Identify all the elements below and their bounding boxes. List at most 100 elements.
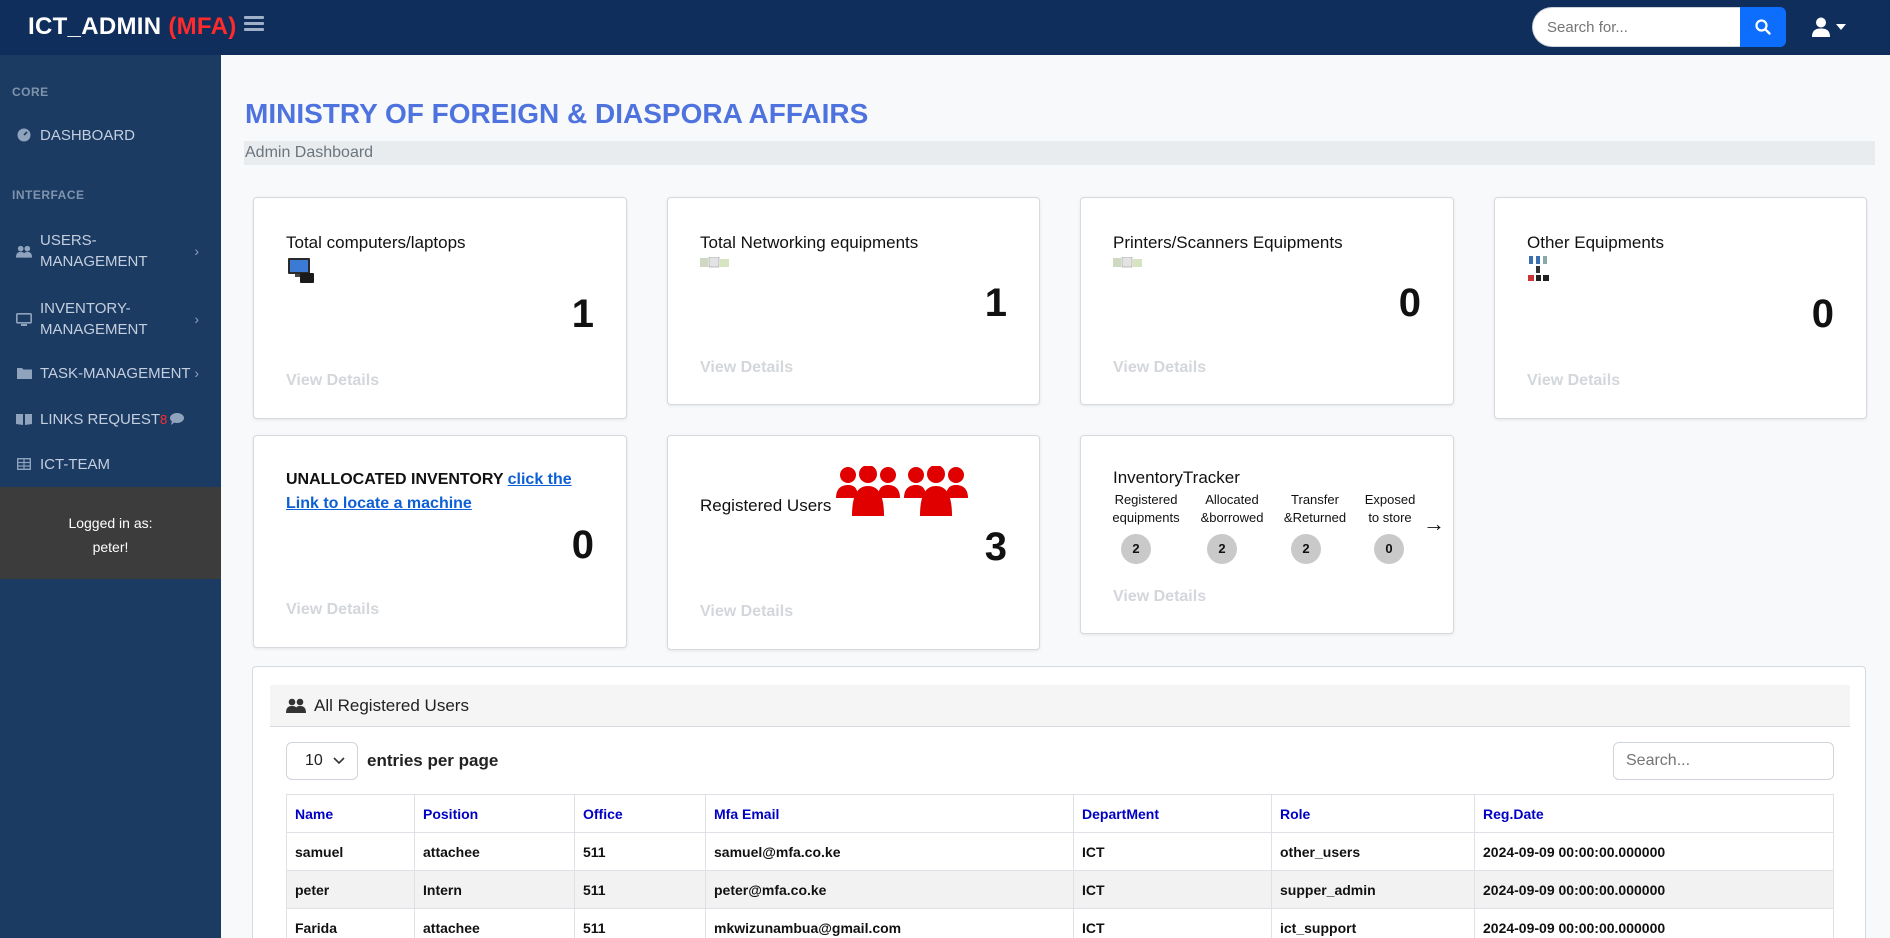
registered-users-panel: All Registered Users 10 entries per page…	[252, 666, 1866, 938]
sidebar-item-inventory-management[interactable]: INVENTORY- MANAGEMENT ›	[0, 297, 221, 341]
equipment-icon	[1527, 255, 1555, 288]
cell-position: attachee	[414, 832, 575, 871]
card-printers-scanners: Printers/Scanners Equipments 0 View Deta…	[1080, 197, 1454, 405]
users-group-icon	[836, 465, 970, 523]
column-header[interactable]: Role	[1271, 794, 1475, 833]
column-header[interactable]: Name	[286, 794, 415, 833]
sidebar-item-users-management[interactable]: USERS- MANAGEMENT ›	[0, 229, 221, 273]
links-request-count: 8	[160, 411, 168, 427]
view-details-link[interactable]: View Details	[1113, 588, 1206, 606]
view-details-link[interactable]: View Details	[1527, 372, 1620, 390]
cell-name: peter	[286, 870, 415, 909]
card-title: UNALLOCATED INVENTORY click the Link to …	[286, 468, 606, 516]
breadcrumb: Admin Dashboard	[244, 141, 1875, 165]
tracker-count-badge: 0	[1374, 534, 1404, 564]
caret-down-icon	[1836, 24, 1846, 30]
book-icon	[16, 412, 32, 426]
sidebar-item-links-request[interactable]: LINKS REQUEST 8	[0, 407, 221, 431]
card-value: 1	[571, 292, 594, 336]
sidebar-item-label: USERS- MANAGEMENT	[40, 230, 148, 272]
card-title: Total Networking equipments	[700, 233, 919, 252]
users-icon	[286, 698, 306, 713]
view-details-link[interactable]: View Details	[286, 601, 379, 619]
sidebar-item-label: TASK-MANAGEMENT	[40, 364, 191, 382]
network-equipment-icon	[700, 256, 730, 274]
logged-in-panel: Logged in as: peter!	[0, 487, 221, 579]
card-value: 0	[1811, 292, 1834, 336]
brand-name: ICT_ADMIN	[28, 13, 162, 40]
search-icon	[1755, 19, 1771, 35]
card-value: 1	[984, 281, 1007, 325]
card-title: Registered Users	[700, 496, 832, 515]
users-icon	[16, 244, 32, 258]
label-line-1: INVENTORY-	[40, 300, 131, 317]
card-networking: Total Networking equipments 1 View Detai…	[667, 197, 1040, 405]
entries-value: 10	[305, 752, 323, 769]
cell-role: other_users	[1271, 832, 1475, 871]
chevron-right-icon: ›	[194, 311, 199, 327]
sidebar-item-dashboard[interactable]: DASHBOARD	[0, 123, 221, 147]
sidebar-item-label: DASHBOARD	[40, 126, 136, 144]
comment-icon	[170, 413, 185, 425]
entries-per-page-select[interactable]: 10	[286, 742, 358, 780]
sidebar-item-label: LINKS REQUEST	[40, 410, 161, 428]
sidebar-item-ict-team[interactable]: ICT-TEAM	[0, 452, 221, 476]
table-search-input[interactable]	[1613, 742, 1834, 780]
cell-department: ICT	[1073, 832, 1272, 871]
cell-email: samuel@mfa.co.ke	[705, 832, 1074, 871]
chevron-right-icon: ›	[194, 365, 199, 381]
cell-reg-date: 2024-09-09 00:00:00.000000	[1474, 908, 1834, 938]
card-computers: Total computers/laptops 1 View Details	[253, 197, 627, 419]
search-button[interactable]	[1740, 7, 1786, 47]
cell-office: 511	[574, 870, 706, 909]
search-input[interactable]	[1532, 7, 1740, 47]
brand-logo[interactable]: ICT_ADMIN (MFA)	[28, 13, 237, 41]
column-header[interactable]: DepartMent	[1073, 794, 1272, 833]
table-row: Farida attachee 511 mkwizunambua@gmail.c…	[286, 908, 1834, 938]
label-line-2: MANAGEMENT	[40, 321, 148, 338]
tracker-label-line-1: Exposed	[1364, 492, 1416, 507]
hamburger-icon[interactable]	[244, 14, 264, 34]
label-line-1: USERS-	[40, 232, 97, 249]
cell-role: supper_admin	[1271, 870, 1475, 909]
column-header[interactable]: Office	[574, 794, 706, 833]
cell-reg-date: 2024-09-09 00:00:00.000000	[1474, 832, 1834, 871]
user-dropdown[interactable]	[1812, 15, 1852, 39]
chevron-right-icon: ›	[194, 243, 199, 259]
logged-in-user: peter!	[92, 539, 129, 555]
card-value: 0	[1398, 281, 1421, 325]
card-title: Total computers/laptops	[286, 233, 466, 252]
column-header[interactable]: Mfa Email	[705, 794, 1074, 833]
desktop-icon	[16, 312, 32, 326]
card-title: InventoryTracker	[1113, 468, 1240, 487]
tracker-label-line-1: Allocated	[1205, 492, 1259, 507]
printer-icon	[1113, 256, 1143, 274]
view-details-link[interactable]: View Details	[700, 603, 793, 621]
view-details-link[interactable]: View Details	[1113, 359, 1206, 377]
cell-email: peter@mfa.co.ke	[705, 870, 1074, 909]
entries-per-page-label: entries per page	[367, 751, 499, 770]
sidebar-item-label: ICT-TEAM	[40, 455, 110, 473]
column-header[interactable]: Position	[414, 794, 575, 833]
column-header[interactable]: Reg.Date	[1474, 794, 1834, 833]
cell-name: Farida	[286, 908, 415, 938]
tracker-exposed: Exposed to store	[1351, 491, 1429, 527]
cell-position: Intern	[414, 870, 575, 909]
top-navbar: ICT_ADMIN (MFA)	[0, 0, 1890, 55]
table-icon	[16, 457, 32, 471]
tracker-label-line-1: Registered	[1114, 492, 1178, 507]
view-details-link[interactable]: View Details	[700, 359, 793, 377]
view-details-link[interactable]: View Details	[286, 372, 379, 390]
top-search	[1532, 7, 1786, 47]
tracker-registered: Registered equipments	[1107, 491, 1185, 527]
unallocated-label: UNALLOCATED INVENTORY	[286, 471, 508, 488]
cell-reg-date: 2024-09-09 00:00:00.000000	[1474, 870, 1834, 909]
card-other-equipments: Other Equipments 0 View Details	[1494, 197, 1867, 419]
chevron-down-icon	[333, 757, 345, 765]
card-unallocated-inventory: UNALLOCATED INVENTORY click the Link to …	[253, 435, 627, 648]
arrow-right-icon[interactable]: →	[1423, 511, 1445, 537]
sidebar-item-label: INVENTORY- MANAGEMENT	[40, 298, 148, 340]
sidebar-item-task-management[interactable]: TASK-MANAGEMENT ›	[0, 361, 221, 385]
card-title: Other Equipments	[1527, 233, 1665, 252]
cell-position: attachee	[414, 908, 575, 938]
